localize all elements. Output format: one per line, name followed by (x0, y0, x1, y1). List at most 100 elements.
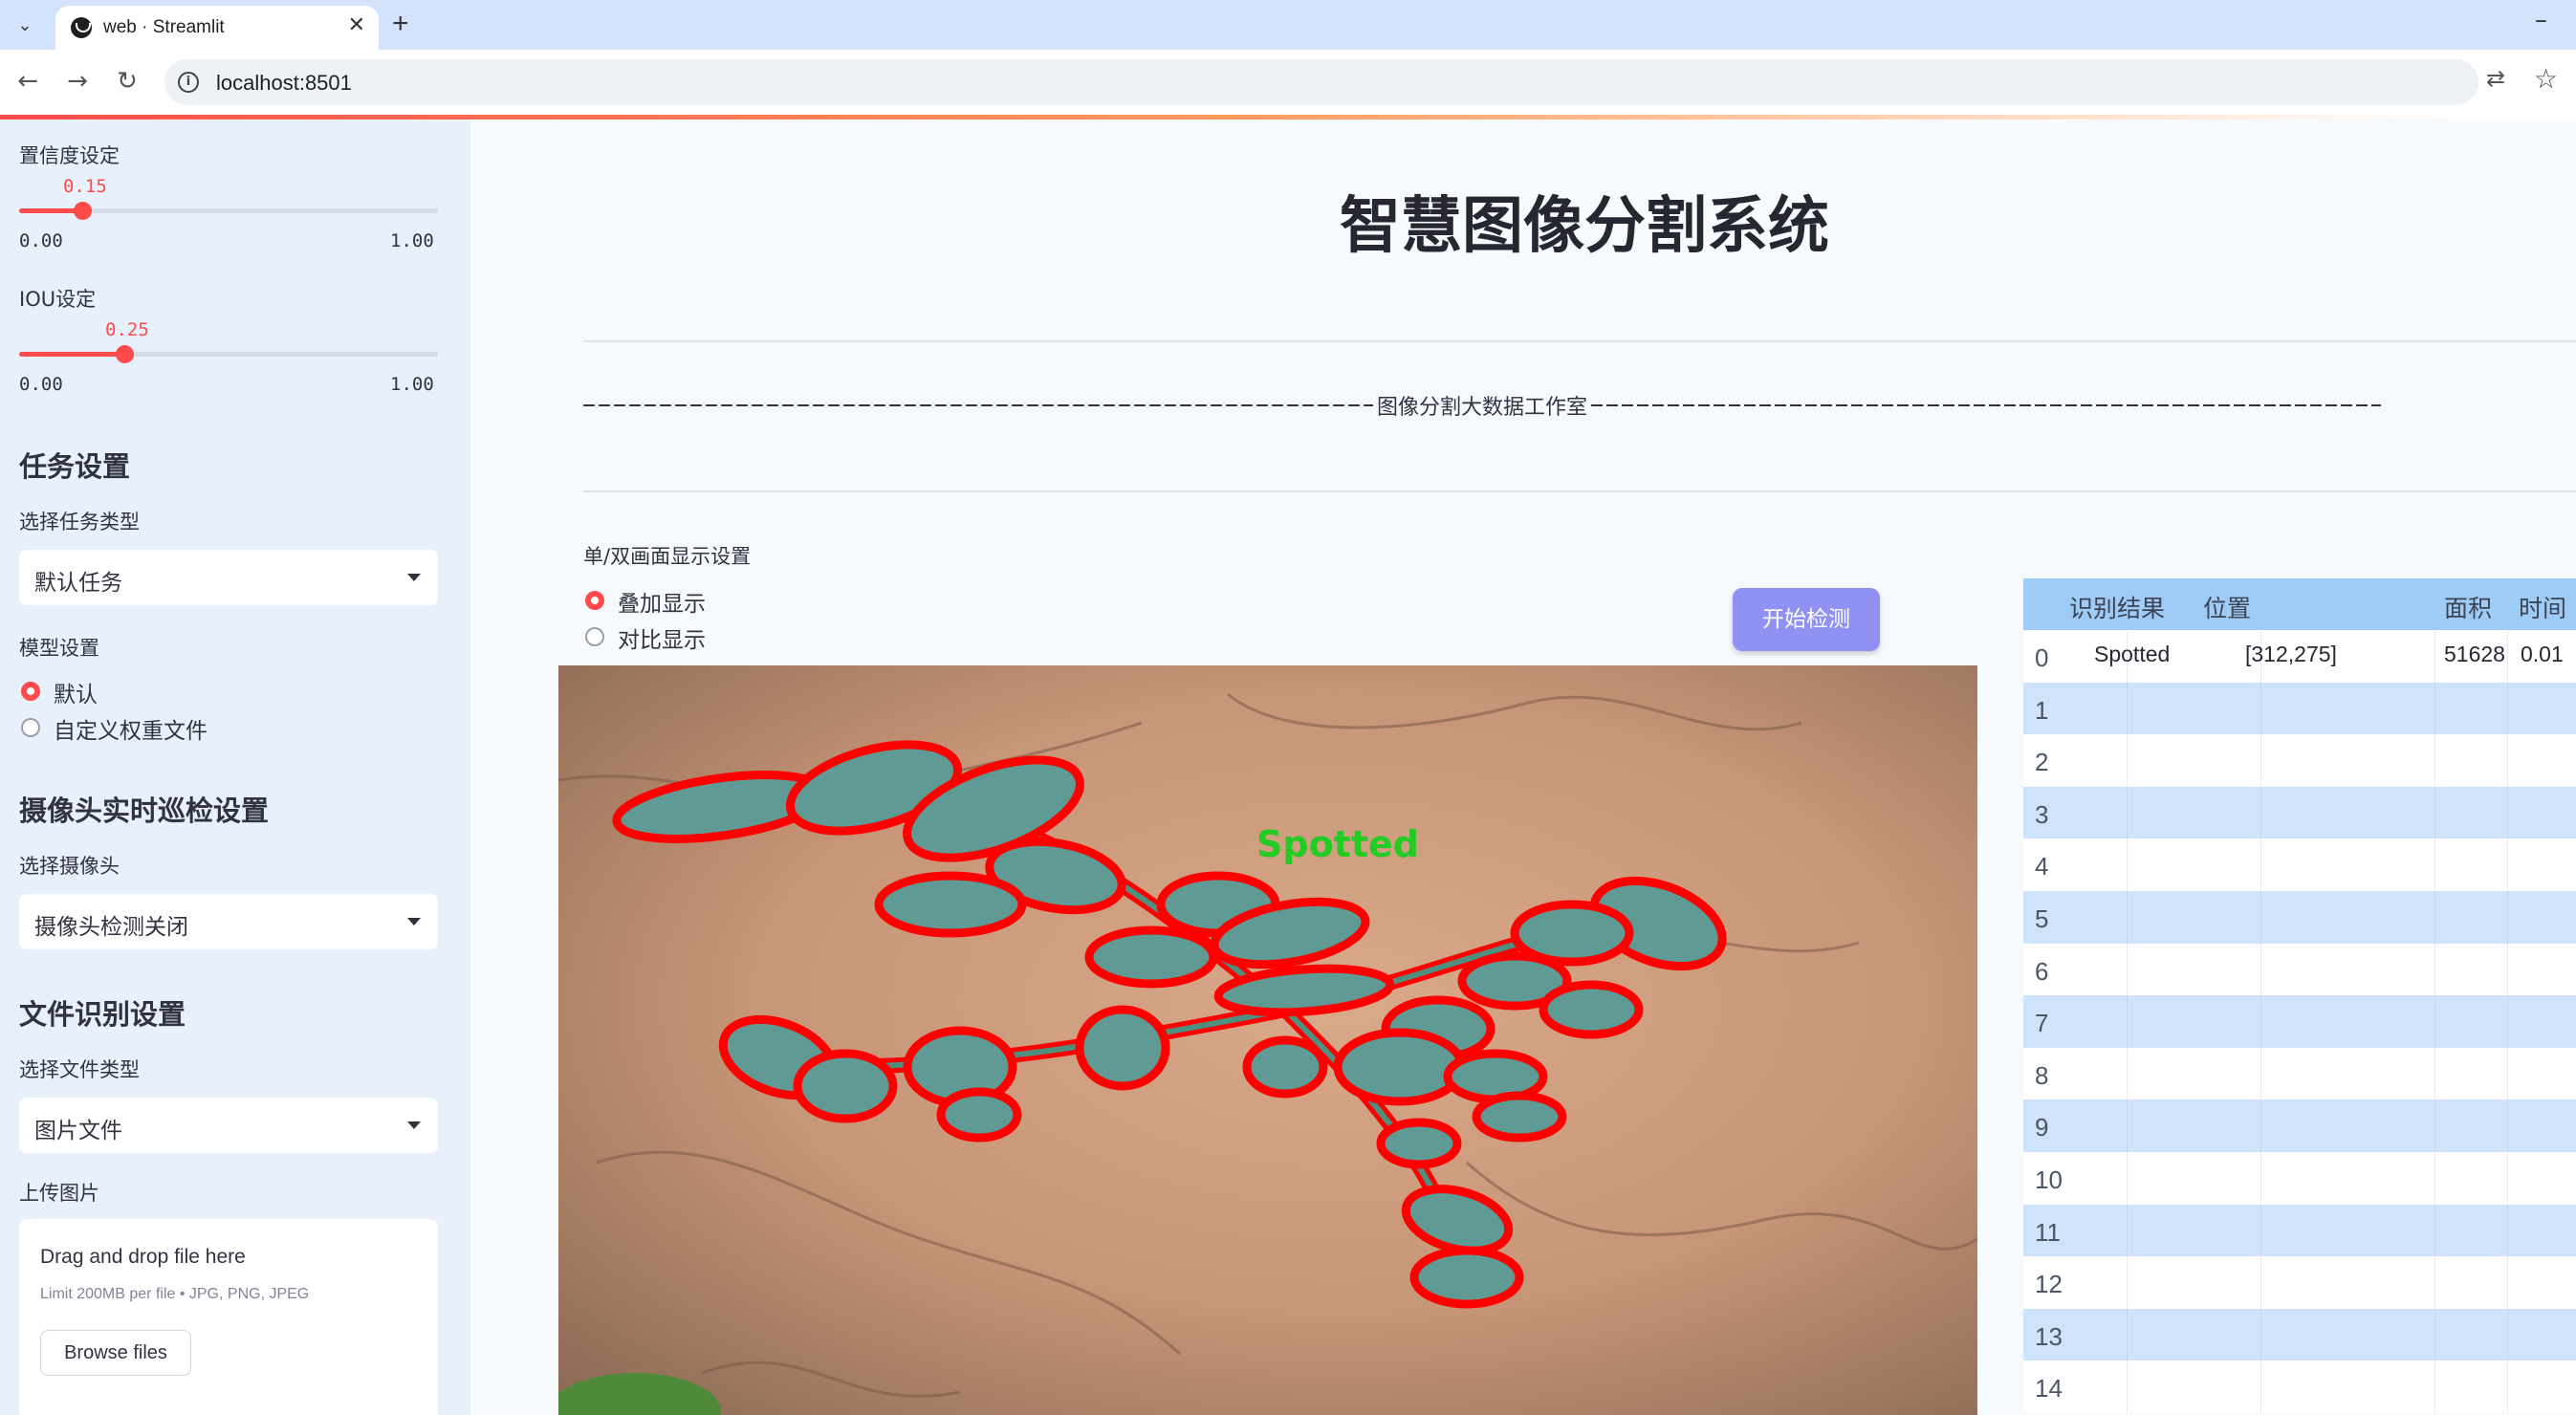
task-settings-heading: 任务设置 (19, 450, 131, 483)
table-row[interactable]: 3 (2023, 786, 2576, 839)
confidence-slider-thumb[interactable] (74, 202, 92, 220)
column-divider (2434, 838, 2435, 891)
tab-dropdown-icon[interactable]: ⌄ (10, 10, 40, 40)
browse-files-button[interactable]: Browse files (40, 1330, 191, 1376)
table-row[interactable]: 12 (2023, 1256, 2576, 1309)
column-divider (2434, 1256, 2435, 1309)
column-divider (2507, 891, 2508, 944)
table-row[interactable]: 5 (2023, 891, 2576, 944)
model-default-radio[interactable] (21, 682, 40, 701)
table-row[interactable]: 6 (2023, 943, 2576, 996)
task-type-select[interactable]: 默认任务 (19, 550, 438, 605)
iou-slider-fill (19, 352, 124, 357)
row-index: 12 (2035, 1270, 2063, 1299)
display-mode-label: 单/双画面显示设置 (583, 545, 752, 568)
table-row[interactable]: 2 (2023, 734, 2576, 787)
header-result[interactable]: 识别结果 (2069, 590, 2165, 624)
column-divider (2507, 838, 2508, 891)
camera-select[interactable]: 摄像头检测关闭 (19, 894, 438, 949)
row-index: 7 (2035, 1009, 2049, 1038)
browser-tab-bar: ⌄ web · Streamlit ✕ + – (0, 0, 2576, 50)
iou-slider[interactable] (19, 345, 438, 363)
browser-tab[interactable]: web · Streamlit ✕ (55, 6, 379, 50)
plus-icon[interactable]: + (392, 8, 409, 40)
task-type-label: 选择任务类型 (19, 511, 140, 533)
file-type-select[interactable]: 图片文件 (19, 1098, 438, 1153)
column-divider (2507, 682, 2508, 735)
site-info-icon[interactable]: i (178, 72, 199, 93)
overlay-display-radio[interactable] (585, 591, 604, 610)
header-time[interactable]: 时间 (2519, 590, 2566, 624)
column-divider (2507, 1099, 2508, 1152)
main-content: 智慧图像分割系统 图像分割大数据工作室 单/双画面显示设置 叠加显示 对比显示 … (470, 120, 2576, 1415)
column-divider (2260, 1099, 2261, 1152)
table-row[interactable]: 0 Spotted [312,275] 51628 0.01 (2023, 630, 2576, 683)
reload-icon[interactable]: ↻ (109, 63, 145, 99)
column-divider (2260, 1308, 2261, 1361)
model-settings-label: 模型设置 (19, 637, 99, 660)
sidebar: 置信度设定 0.15 0.00 1.00 IOU设定 0.25 0.00 1.0… (0, 120, 470, 1415)
table-row[interactable]: 13 (2023, 1308, 2576, 1361)
column-divider (2434, 995, 2435, 1048)
column-divider (2434, 786, 2435, 839)
column-divider (2434, 1047, 2435, 1100)
url-field[interactable]: i localhost:8501 (164, 59, 2478, 105)
star-icon[interactable]: ☆ (2534, 63, 2558, 95)
table-row[interactable]: 11 (2023, 1204, 2576, 1257)
chevron-down-icon (407, 1121, 421, 1129)
table-row[interactable]: 1 (2023, 682, 2576, 735)
column-divider (2507, 786, 2508, 839)
column-divider (2127, 682, 2128, 735)
back-arrow-icon[interactable]: ← (10, 63, 46, 99)
file-settings-heading: 文件识别设置 (19, 998, 186, 1031)
dropzone-limits: Limit 200MB per file • JPG, PNG, JPEG (40, 1286, 310, 1302)
overlay-display-label[interactable]: 叠加显示 (618, 585, 706, 618)
translate-icon[interactable]: ⇄ (2486, 65, 2505, 92)
column-divider (2260, 786, 2261, 839)
confidence-max: 1.00 (390, 230, 434, 251)
file-uploader-dropzone[interactable]: Drag and drop file here Limit 200MB per … (19, 1219, 438, 1415)
column-divider (2434, 1152, 2435, 1205)
table-row[interactable]: 9 (2023, 1099, 2576, 1152)
column-divider (2434, 734, 2435, 787)
start-detection-button[interactable]: 开始检测 (1733, 588, 1880, 651)
column-divider (2127, 1361, 2128, 1413)
column-divider (2434, 682, 2435, 735)
column-divider (2260, 995, 2261, 1048)
model-default-label[interactable]: 默认 (54, 676, 98, 708)
column-divider (2260, 838, 2261, 891)
camera-settings-heading: 摄像头实时巡检设置 (19, 795, 270, 827)
studio-banner: 图像分割大数据工作室 (583, 390, 2382, 421)
minimize-icon[interactable]: – (2535, 6, 2547, 34)
column-divider (2507, 1204, 2508, 1257)
model-custom-label[interactable]: 自定义权重文件 (54, 712, 207, 745)
close-icon[interactable]: ✕ (348, 13, 365, 37)
column-divider (2127, 786, 2128, 839)
row-index: 8 (2035, 1060, 2049, 1090)
column-divider (2260, 943, 2261, 996)
confidence-slider[interactable] (19, 202, 438, 220)
column-divider (2260, 1047, 2261, 1100)
model-custom-radio[interactable] (21, 718, 40, 737)
forward-arrow-icon[interactable]: → (59, 63, 96, 99)
table-row[interactable]: 7 (2023, 995, 2576, 1048)
file-type-label: 选择文件类型 (19, 1058, 140, 1081)
header-position[interactable]: 位置 (2203, 590, 2251, 624)
table-row[interactable]: 10 (2023, 1152, 2576, 1205)
table-row[interactable]: 14 (2023, 1361, 2576, 1413)
column-divider (2260, 1204, 2261, 1257)
table-row[interactable]: 4 (2023, 838, 2576, 891)
iou-slider-thumb[interactable] (116, 345, 134, 363)
column-divider (2434, 891, 2435, 944)
column-divider (2127, 1152, 2128, 1205)
chevron-down-icon (407, 918, 421, 925)
compare-display-radio[interactable] (585, 627, 604, 646)
compare-display-label[interactable]: 对比显示 (618, 621, 706, 654)
streamlit-favicon (71, 17, 92, 38)
row-index: 10 (2035, 1165, 2063, 1194)
table-row[interactable]: 8 (2023, 1047, 2576, 1100)
task-type-selected: 默认任务 (34, 571, 122, 596)
header-area[interactable]: 面积 (2444, 590, 2492, 624)
column-divider (2260, 682, 2261, 735)
column-divider (2507, 1256, 2508, 1309)
